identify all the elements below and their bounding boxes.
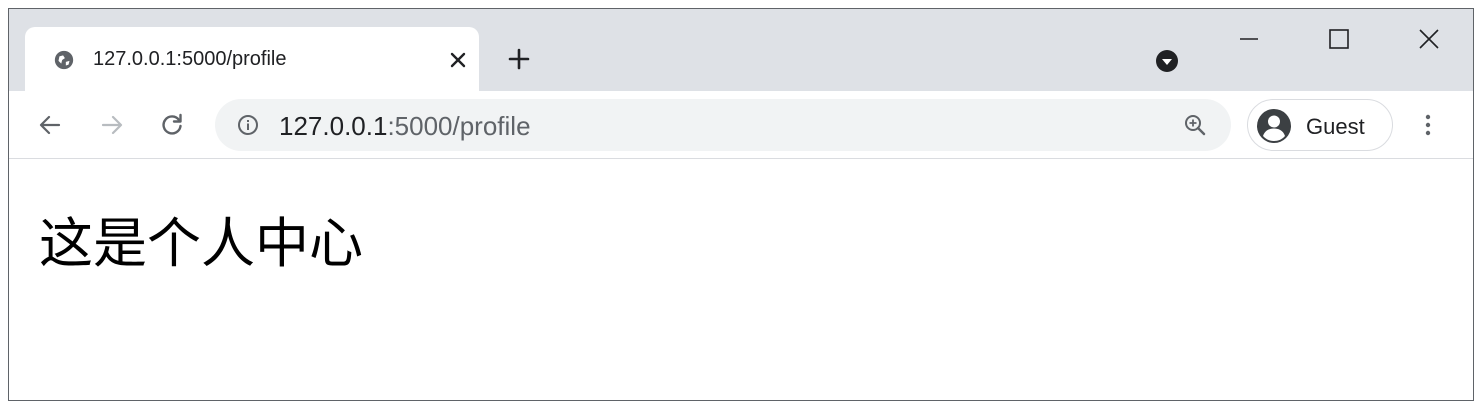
address-bar[interactable]: 127.0.0.1:5000/profile (215, 99, 1231, 151)
browser-window: 127.0.0.1:5000/profile 127.0.0.1:5000/pr… (8, 8, 1474, 401)
profile-button[interactable]: Guest (1247, 99, 1393, 151)
zoom-in-icon[interactable] (1183, 113, 1207, 137)
account-circle-icon (1257, 109, 1291, 143)
minimize-icon[interactable] (1237, 27, 1261, 51)
profile-label: Guest (1306, 114, 1365, 139)
plus-icon[interactable] (507, 47, 531, 71)
arrow-right-icon[interactable] (99, 112, 125, 138)
url-path: :5000/profile (387, 111, 531, 141)
arrow-left-icon[interactable] (37, 112, 63, 138)
maximize-icon[interactable] (1327, 27, 1351, 51)
close-icon[interactable] (449, 51, 467, 69)
page-heading: 这是个人中心 (39, 212, 363, 275)
globe-icon (54, 50, 74, 70)
tab-strip: 127.0.0.1:5000/profile (9, 9, 1473, 91)
info-icon[interactable] (237, 114, 259, 136)
tab-search-icon[interactable] (1155, 49, 1179, 73)
toolbar: 127.0.0.1:5000/profile Guest (9, 91, 1473, 159)
kebab-menu-icon[interactable] (1415, 112, 1441, 138)
page-content: 这是个人中心 (9, 159, 1473, 400)
reload-icon[interactable] (159, 112, 185, 138)
window-close-icon[interactable] (1417, 27, 1441, 51)
url-text[interactable]: 127.0.0.1:5000/profile (279, 111, 531, 142)
url-host: 127.0.0.1 (279, 111, 388, 141)
tab-title: 127.0.0.1:5000/profile (93, 48, 287, 70)
active-tab[interactable]: 127.0.0.1:5000/profile (25, 27, 479, 91)
